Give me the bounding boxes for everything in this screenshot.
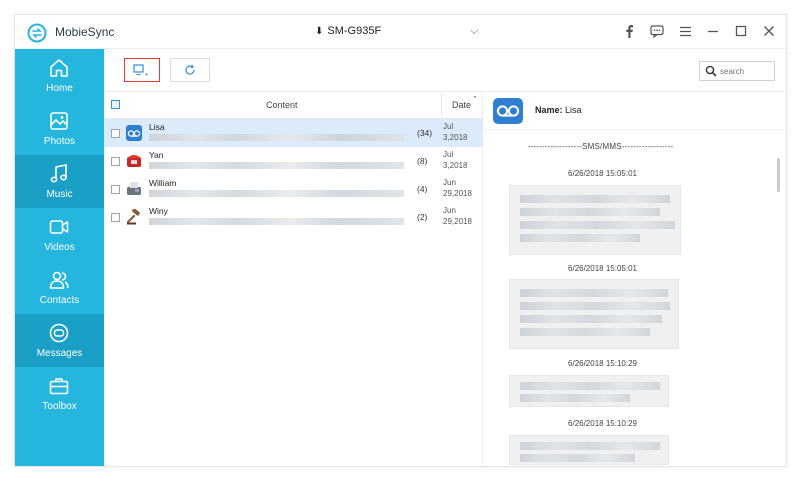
home-icon [50, 59, 68, 77]
sidebar-item-label: Contacts [39, 295, 80, 306]
sidebar-item-label: Videos [44, 242, 75, 253]
voicemail-avatar-icon [493, 98, 523, 124]
conversation-header: Name: Lisa [483, 92, 786, 130]
video-icon [49, 220, 69, 234]
sidebar-item-messages[interactable]: Messages [15, 314, 104, 367]
scrollbar[interactable] [777, 158, 780, 192]
sidebar-item-toolbox[interactable]: Toolbox [15, 367, 104, 420]
list-item[interactable]: Winy (2) Jun 29,2018 [104, 203, 483, 231]
menu-icon[interactable] [676, 22, 694, 40]
sidebar-item-home[interactable]: Home [15, 49, 104, 102]
device-usb-icon: ⬇ [315, 26, 324, 37]
message-timestamp: 6/26/2018 15:05:01 [568, 264, 637, 273]
sidebar-item-music[interactable]: Music [15, 155, 104, 208]
sms-mms-section-label: -------------------SMS/MMS--------------… [527, 142, 674, 151]
telephone-avatar-icon [127, 155, 141, 167]
contacts-icon [49, 271, 69, 289]
message-preview [149, 218, 404, 225]
sidebar-item-label: Toolbox [42, 401, 77, 412]
message-date: Jun 29,2018 [443, 178, 472, 198]
chevron-down-icon[interactable]: ⌵ [470, 25, 478, 38]
search-input[interactable] [720, 64, 772, 78]
list-item[interactable]: Lisa (34) Jul 3,2018 [104, 119, 483, 147]
row-checkbox[interactable] [111, 157, 120, 166]
photo-icon [50, 112, 68, 130]
search-box[interactable] [699, 61, 775, 81]
monitor-export-icon [133, 64, 148, 76]
message-count: (2) [417, 212, 428, 222]
app-title: MobieSync [55, 25, 115, 39]
close-icon[interactable] [760, 22, 778, 40]
title-bar: MobieSync ⬇ SM-G935F ⌵ [15, 15, 786, 49]
conversation-detail: Name: Lisa -------------------SMS/MMS---… [483, 92, 786, 466]
message-date: Jul 3,2018 [443, 122, 468, 142]
message-count: (34) [417, 128, 433, 138]
sidebar-item-contacts[interactable]: Contacts [15, 261, 104, 314]
search-icon [705, 65, 717, 77]
message-timestamp: 6/26/2018 15:10:29 [568, 359, 637, 368]
column-divider [441, 92, 442, 119]
date-column-header[interactable]: Date [452, 100, 471, 110]
chat-icon[interactable] [648, 22, 666, 40]
sidebar-item-photos[interactable]: Photos [15, 102, 104, 155]
row-checkbox[interactable] [111, 185, 120, 194]
message-date: Jul 3,2018 [443, 150, 468, 170]
message-bubble [509, 375, 669, 407]
contact-name: Winy [149, 206, 168, 216]
toolbox-icon [49, 378, 69, 395]
contact-name: William [149, 178, 177, 188]
message-date: Jun 29,2018 [443, 206, 472, 226]
voicemail-avatar-icon [126, 125, 142, 141]
message-preview [149, 134, 404, 141]
messages-icon [49, 323, 69, 343]
select-all-checkbox[interactable] [111, 100, 120, 109]
sidebar-item-label: Messages [36, 348, 83, 359]
mobiesync-logo-icon [27, 23, 47, 43]
message-bubble [509, 279, 679, 349]
contact-name-display: Name: Lisa [535, 105, 582, 115]
message-timestamp: 6/26/2018 15:10:29 [568, 419, 637, 428]
content-column-header[interactable]: Content [266, 100, 298, 110]
message-bubble [509, 185, 681, 255]
export-to-pc-button[interactable] [124, 58, 160, 82]
refresh-icon [185, 64, 195, 75]
gavel-avatar-icon [126, 209, 140, 225]
fax-avatar-icon [127, 182, 141, 195]
device-name: SM-G935F [327, 25, 382, 37]
message-preview [149, 162, 404, 169]
sort-arrow-icon[interactable]: ⌃ [472, 95, 478, 103]
minimize-icon[interactable] [704, 22, 722, 40]
refresh-button[interactable] [170, 58, 210, 82]
message-preview [149, 190, 404, 197]
contact-name: Lisa [149, 122, 165, 132]
sidebar-item-videos[interactable]: Videos [15, 208, 104, 261]
sidebar-item-label: Photos [43, 136, 76, 147]
sidebar-item-label: Music [46, 189, 73, 200]
sidebar: Home Photos Music Videos Contacts Messag… [15, 49, 104, 466]
list-item[interactable]: William (4) Jun 29,2018 [104, 175, 483, 203]
app-window: MobieSync ⬇ SM-G935F ⌵ Home Photos Music… [14, 14, 787, 467]
toolbar [104, 49, 786, 92]
list-header: Content Date ⌃ [104, 92, 483, 119]
row-checkbox[interactable] [111, 129, 120, 138]
message-count: (4) [417, 184, 428, 194]
list-item[interactable]: Yan (8) Jul 3,2018 [104, 147, 483, 175]
device-selector[interactable]: ⬇ SM-G935F ⌵ [315, 25, 495, 37]
message-count: (8) [417, 156, 428, 166]
message-list: Content Date ⌃ Lisa (34) Jul 3,2018 Yan (… [104, 92, 483, 466]
maximize-icon[interactable] [732, 22, 750, 40]
message-bubble [509, 435, 669, 465]
row-checkbox[interactable] [111, 213, 120, 222]
sidebar-item-label: Home [46, 83, 73, 94]
music-icon [50, 164, 67, 183]
contact-name: Yan [149, 150, 164, 160]
message-timestamp: 6/26/2018 15:05:01 [568, 169, 637, 178]
facebook-icon[interactable] [620, 22, 638, 40]
